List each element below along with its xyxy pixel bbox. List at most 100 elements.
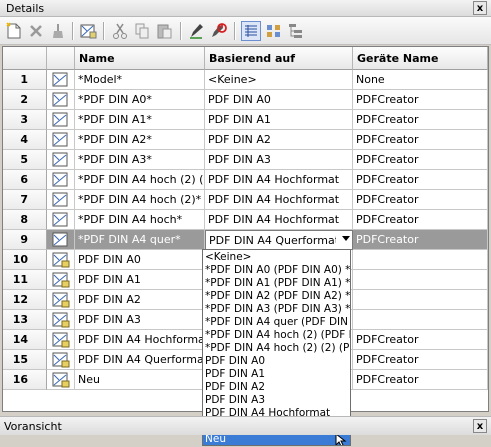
cell-based-on[interactable]: PDF DIN A2 [205,130,353,150]
row-number[interactable]: 5 [3,150,47,170]
cell-name[interactable]: *PDF DIN A0* [75,90,205,110]
page-setup-icon[interactable] [78,21,98,41]
cell-device[interactable]: PDFCreator [353,110,488,130]
cell-device[interactable] [353,250,488,270]
header-name[interactable]: Name [75,47,205,70]
header-device[interactable]: Geräte Name [353,47,488,70]
cell-device[interactable]: None [353,70,488,90]
cell-based-on[interactable]: PDF DIN A3 [205,150,353,170]
cell-name[interactable]: PDF DIN A1 [75,270,205,290]
dropdown-option[interactable]: *PDF DIN A4 hoch (2) (2) (PDI [203,342,350,355]
layout-icon [47,290,75,310]
cell-name[interactable]: *Model* [75,70,205,90]
cell-name[interactable]: *PDF DIN A4 quer* [75,230,205,250]
dropdown-option[interactable]: PDF DIN A3 [203,394,350,407]
dropdown-option[interactable]: <Keine> [203,251,350,264]
cell-device[interactable]: PDFCreator [353,90,488,110]
cell-device[interactable]: PDFCreator [353,330,488,350]
cell-device[interactable]: PDFCreator [353,350,488,370]
cell-name[interactable]: Neu [75,370,205,390]
close-details-button[interactable]: x [473,1,487,15]
cell-device[interactable]: PDFCreator [353,210,488,230]
dropdown-option[interactable]: *PDF DIN A0 (PDF DIN A0) * [203,264,350,277]
row-number[interactable]: 15 [3,350,47,370]
cell-name[interactable]: *PDF DIN A3* [75,150,205,170]
close-preview-button[interactable]: x [473,419,487,433]
edit-icon[interactable] [186,21,206,41]
cell-device[interactable]: PDFCreator [353,150,488,170]
row-number[interactable]: 3 [3,110,47,130]
cell-device[interactable]: PDFCreator [353,370,488,390]
cell-name[interactable]: *PDF DIN A4 hoch (2) (2)* [75,170,205,190]
cell-device[interactable]: PDFCreator [353,230,488,250]
cell-based-on[interactable]: PDF DIN A1 [205,110,353,130]
row-number[interactable]: 14 [3,330,47,350]
table-row[interactable]: 9 *PDF DIN A4 quer* PDF DIN A4 Querformat P… [3,230,488,250]
row-number[interactable]: 16 [3,370,47,390]
table-row[interactable]: 8 *PDF DIN A4 hoch* PDF DIN A4 Hochformat P… [3,210,488,230]
large-icons-view-icon[interactable] [264,21,284,41]
cell-name[interactable]: PDF DIN A3 [75,310,205,330]
row-number[interactable]: 2 [3,90,47,110]
row-number[interactable]: 8 [3,210,47,230]
dropdown-option[interactable]: PDF DIN A1 [203,368,350,381]
tree-view-icon[interactable] [286,21,306,41]
dropdown-option[interactable]: *PDF DIN A3 (PDF DIN A3) * [203,303,350,316]
table-row[interactable]: 3 *PDF DIN A1* PDF DIN A1 PDFCreator [3,110,488,130]
table-row[interactable]: 4 *PDF DIN A2* PDF DIN A2 PDFCreator [3,130,488,150]
cell-based-on[interactable]: PDF DIN A4 Hochformat [205,210,353,230]
layout-icon [47,170,75,190]
dropdown-option[interactable]: PDF DIN A0 [203,355,350,368]
table-row[interactable]: 7 *PDF DIN A4 hoch (2)* PDF DIN A4 Hochfor… [3,190,488,210]
row-number[interactable]: 4 [3,130,47,150]
row-number[interactable]: 9 [3,230,47,250]
dropdown-option[interactable]: *PDF DIN A4 hoch (2) (PDF DIN [203,329,350,342]
plot-icon[interactable] [208,21,228,41]
row-number[interactable]: 13 [3,310,47,330]
cell-device[interactable] [353,310,488,330]
cell-name[interactable]: PDF DIN A4 Hochformat [75,330,205,350]
details-view-icon[interactable] [241,21,261,41]
row-number[interactable]: 12 [3,290,47,310]
cell-name[interactable]: PDF DIN A4 Querformat [75,350,205,370]
cell-name[interactable]: *PDF DIN A4 hoch (2)* [75,190,205,210]
cell-name[interactable]: PDF DIN A0 [75,250,205,270]
cell-based-on[interactable]: PDF DIN A0 [205,90,353,110]
cut-icon[interactable] [110,21,130,41]
header-based-on[interactable]: Basierend auf [205,47,353,70]
cell-based-on[interactable]: PDF DIN A4 Hochformat [205,190,353,210]
cell-device[interactable]: PDFCreator [353,170,488,190]
table-row[interactable]: 5 *PDF DIN A3* PDF DIN A3 PDFCreator [3,150,488,170]
copy-icon[interactable] [132,21,152,41]
dropdown-option[interactable]: *PDF DIN A4 quer (PDF DIN A4 [203,316,350,329]
table-row[interactable]: 2 *PDF DIN A0* PDF DIN A0 PDFCreator [3,90,488,110]
row-number[interactable]: 1 [3,70,47,90]
cell-device[interactable]: PDFCreator [353,190,488,210]
dropdown-option[interactable]: PDF DIN A2 [203,381,350,394]
cell-device[interactable] [353,290,488,310]
based-on-combobox[interactable]: PDF DIN A4 Querformat [205,230,353,250]
table-row[interactable]: 6 *PDF DIN A4 hoch (2) (2)*PDF DIN A4 Hoc… [3,170,488,190]
cell-based-on[interactable]: PDF DIN A4 Hochformat [205,170,353,190]
paste-icon[interactable] [154,21,174,41]
cell-device[interactable]: PDFCreator [353,130,488,150]
cell-name[interactable]: *PDF DIN A4 hoch* [75,210,205,230]
cell-based-on[interactable]: <Keine> [205,70,353,90]
row-number[interactable]: 10 [3,250,47,270]
cell-name[interactable]: *PDF DIN A1* [75,110,205,130]
chevron-down-icon[interactable] [342,236,350,241]
cell-name[interactable]: PDF DIN A2 [75,290,205,310]
header-corner [3,47,47,70]
row-number[interactable]: 11 [3,270,47,290]
dropdown-option[interactable]: *PDF DIN A1 (PDF DIN A1) * [203,277,350,290]
cell-device[interactable] [353,270,488,290]
row-number[interactable]: 7 [3,190,47,210]
new-icon[interactable] [4,21,24,41]
cell-name[interactable]: *PDF DIN A2* [75,130,205,150]
table-row[interactable]: 1 *Model* <Keine> None [3,70,488,90]
layout-icon [47,70,75,90]
row-number[interactable]: 6 [3,170,47,190]
dropdown-option[interactable]: *PDF DIN A2 (PDF DIN A2) * [203,290,350,303]
delete-icon[interactable] [26,21,46,41]
clean-icon[interactable] [48,21,68,41]
